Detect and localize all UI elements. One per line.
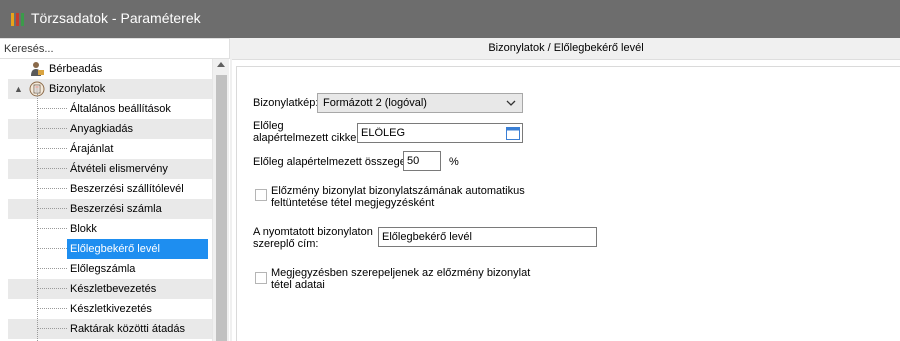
bizonylatkep-label: Bizonylatkép: — [253, 97, 319, 109]
tree-item-label: Beszerzési számla — [70, 203, 162, 215]
tree-item-berbeadas[interactable]: Bérbeadás — [8, 59, 212, 79]
cikk-input[interactable] — [361, 126, 501, 140]
tree-connector-line — [37, 93, 38, 341]
scroll-up-arrow-icon[interactable] — [217, 62, 225, 67]
osszeg-label: Előleg alapértelmezett összege: — [253, 156, 409, 168]
tree-view: Bérbeadás ▲ Bizonylatok Általános beállí… — [8, 59, 212, 341]
tree-item-elolegszamla[interactable]: Előlegszámla — [8, 259, 212, 279]
app-logo-icon — [10, 11, 26, 27]
tree-item-label: Anyagkiadás — [70, 123, 133, 135]
cim-input[interactable] — [382, 230, 592, 244]
checkbox2-label-line2: tétel adatai — [271, 279, 325, 291]
tree-item-keszletbevezetes[interactable]: Készletbevezetés — [8, 279, 212, 299]
tree-item-altalanos-beallitasok[interactable]: Általános beállítások — [8, 99, 212, 119]
person-icon — [31, 62, 44, 76]
cikk-label-line1: Előleg — [253, 120, 284, 132]
tree-item-label: Bizonylatok — [49, 83, 106, 95]
calendar-icon[interactable] — [506, 126, 520, 140]
tree-item-blokk[interactable]: Blokk — [8, 219, 212, 239]
bizonylatkep-value: Formázott 2 (logóval) — [323, 97, 427, 109]
tree-item-beszerzesi-szallitolevel[interactable]: Beszerzési szállítólevél — [8, 179, 212, 199]
tree-item-anyagkiadas[interactable]: Anyagkiadás — [8, 119, 212, 139]
scrollbar-thumb[interactable] — [216, 75, 227, 341]
checkbox-elozmeny-bizonylatszam[interactable] — [255, 189, 267, 201]
tree-item-label: Árajánlat — [70, 143, 114, 155]
tree-item-label: Készletkivezetés — [70, 303, 152, 315]
tree-item-label: Készletbevezetés — [70, 283, 157, 295]
collapse-arrow-icon[interactable]: ▲ — [14, 84, 23, 94]
breadcrumb: Bizonylatok / Előlegbekérő levél — [488, 42, 644, 54]
search-input[interactable] — [4, 41, 224, 57]
tree-item-label: Átvételi elismervény — [70, 163, 168, 175]
cim-label-line2: szereplő cím: — [253, 238, 319, 250]
tree-item-raktarak-kozotti-atadas[interactable]: Raktárak közötti átadás — [8, 319, 212, 339]
sidebar: Bérbeadás ▲ Bizonylatok Általános beállí… — [0, 38, 230, 341]
checkbox1-label-line1: Előzmény bizonylat bizonylatszámának aut… — [271, 185, 525, 197]
tree-item-arajanlat[interactable]: Árajánlat — [8, 139, 212, 159]
checkbox1-label-line2: feltüntetése tétel megjegyzésként — [271, 197, 435, 209]
window-title: Törzsadatok - Paraméterek — [31, 10, 201, 26]
tree-item-label: Általános beállítások — [70, 103, 171, 115]
tree-item-label: Raktárak közötti átadás — [70, 323, 185, 335]
tree-item-beszerzesi-szamla[interactable]: Beszerzési számla — [8, 199, 212, 219]
cikk-label-line2: alapértelmezett cikke: — [253, 132, 360, 144]
chevron-down-icon — [506, 100, 516, 106]
tree-item-atveteli-elismerveny[interactable]: Átvételi elismervény — [8, 159, 212, 179]
tree-item-label: Blokk — [70, 223, 97, 235]
search-box[interactable] — [0, 38, 230, 59]
tree-item-label: Előlegbekérő levél — [70, 243, 160, 255]
title-bar: Törzsadatok - Paraméterek — [0, 0, 900, 38]
panel-header: Bizonylatok / Előlegbekérő levél — [232, 38, 900, 60]
tree-item-label: Beszerzési szállítólevél — [70, 183, 184, 195]
tree-item-elolegbekero-level[interactable]: Előlegbekérő levél — [8, 239, 212, 259]
osszeg-unit: % — [449, 156, 459, 168]
checkbox2-label-line1: Megjegyzésben szerepeljenek az előzmény … — [271, 267, 531, 279]
tree-item-label: Előlegszámla — [70, 263, 136, 275]
tree-item-bizonylatok[interactable]: ▲ Bizonylatok — [8, 79, 212, 99]
sidebar-scrollbar[interactable] — [212, 59, 229, 341]
cim-label-line1: A nyomtatott bizonylaton — [253, 226, 373, 238]
osszeg-input[interactable] — [407, 154, 437, 168]
tree-item-label: Bérbeadás — [49, 63, 103, 75]
cikk-field[interactable] — [357, 123, 523, 143]
checkbox-megjegyzes-elozmeny[interactable] — [255, 272, 267, 284]
cim-field[interactable] — [378, 227, 597, 247]
tree-item-keszletkivezetes[interactable]: Készletkivezetés — [8, 299, 212, 319]
bizonylatkep-select[interactable]: Formázott 2 (logóval) — [317, 93, 523, 113]
osszeg-field[interactable] — [403, 151, 441, 171]
